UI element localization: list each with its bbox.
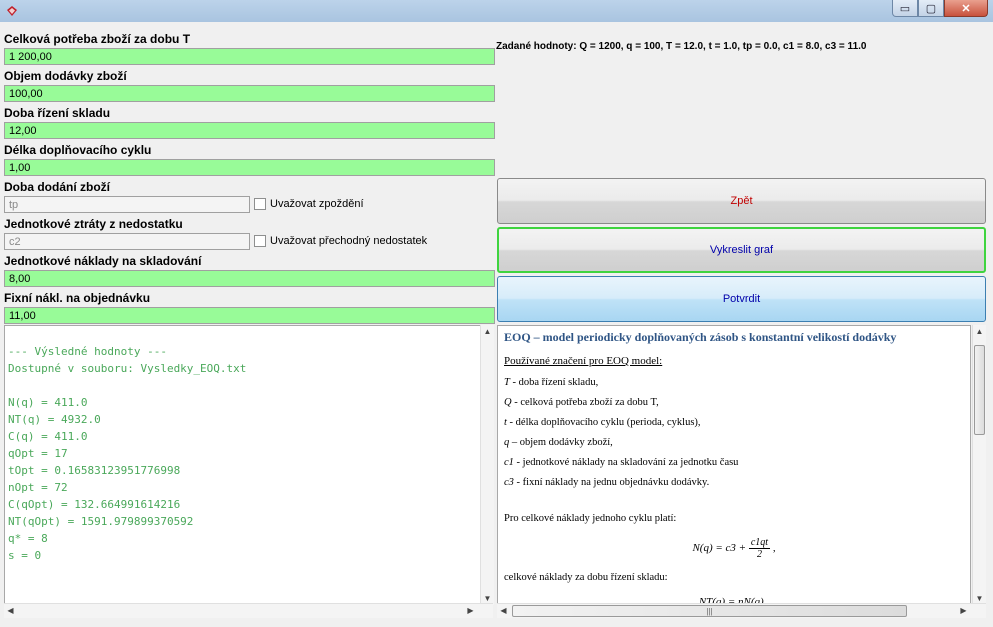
- doc-notation-symbol: c3: [504, 477, 514, 488]
- doc-notation-item: T - doba řízení skladu,: [504, 373, 964, 393]
- delivery-volume-label: Objem dodávky zboží: [4, 69, 127, 83]
- results-scroll-down-icon[interactable]: ▼: [481, 594, 494, 603]
- formula-cycle-denominator: 2: [756, 549, 762, 560]
- management-time-label: Doba řízení skladu: [4, 106, 111, 120]
- window-controls: ▭ ▢ ✕: [892, 0, 988, 17]
- doc-notation-item: c3 - fixní náklady na jednu objednávku d…: [504, 473, 964, 493]
- doc-notation-text: - jednotkové náklady na skladování za je…: [513, 457, 739, 468]
- results-line: C(q) = 411.0: [8, 430, 88, 443]
- doc-subtitle: Používané značení pro EOQ model:: [504, 355, 663, 367]
- total-demand-input[interactable]: 1 200,00: [4, 48, 495, 65]
- results-line: --- Výsledné hodnoty ---: [8, 345, 167, 358]
- doc-vertical-thumb[interactable]: [974, 345, 985, 435]
- results-horizontal-scrollbar[interactable]: ◀ ▶: [4, 603, 493, 618]
- doc-horizontal-scrollbar[interactable]: ◀ ||| ▶: [497, 603, 986, 618]
- back-button[interactable]: Zpět: [497, 178, 986, 224]
- order-cost-input[interactable]: 11,00: [4, 307, 495, 324]
- doc-title: EOQ – model periodicky doplňovaných záso…: [504, 330, 897, 344]
- doc-vertical-scrollbar[interactable]: ▲ ▼: [972, 325, 986, 605]
- results-scroll-left-icon[interactable]: ◀: [4, 606, 17, 615]
- doc-notation-item: c1 - jednotkové náklady na skladování za…: [504, 453, 964, 473]
- results-line: [8, 377, 484, 394]
- doc-scroll-up-icon[interactable]: ▲: [973, 327, 986, 336]
- shortage-cost-input[interactable]: c2: [4, 233, 250, 250]
- results-output[interactable]: --- Výsledné hodnoty --- Dostupné v soubo…: [4, 325, 484, 605]
- doc-paragraph-cycle: Pro celkové náklady jednoho cyklu platí:: [504, 513, 677, 524]
- doc-notation-text: – objem dodávky zboží,: [509, 437, 613, 448]
- results-lines: --- Výsledné hodnoty --- Dostupné v soubo…: [8, 326, 484, 564]
- management-time-input[interactable]: 12,00: [4, 122, 495, 139]
- formula-cycle-fraction: c1qt 2: [748, 537, 771, 560]
- shortage-cost-label: Jednotkové ztráty z nedostatku: [4, 217, 183, 231]
- doc-notation-item: t - délka doplňovacího cyklu (perioda, c…: [504, 413, 964, 433]
- order-cost-label: Fixní nákl. na objednávku: [4, 291, 151, 305]
- doc-scroll-down-icon[interactable]: ▼: [973, 594, 986, 603]
- results-line: qOpt = 17: [8, 447, 68, 460]
- shortage-checkbox-label: Uvažovat přechodný nedostatek: [270, 235, 428, 247]
- doc-notation-symbol: Q: [504, 397, 512, 408]
- main-content: Celková potřeba zboží za dobu T 1 200,00…: [0, 22, 993, 627]
- close-button[interactable]: ✕: [944, 0, 988, 17]
- results-vertical-scrollbar[interactable]: ▲ ▼: [480, 325, 494, 605]
- doc-paragraph-total: celkové náklady za dobu řízení skladu:: [504, 572, 668, 583]
- results-scroll-up-icon[interactable]: ▲: [481, 327, 494, 336]
- results-line: q* = 8: [8, 532, 48, 545]
- formula-cycle-end: ,: [772, 542, 776, 555]
- results-line: [8, 326, 484, 343]
- formula-cycle-left: N(q) = c3 +: [692, 542, 747, 555]
- results-line: nOpt = 72: [8, 481, 68, 494]
- shortage-checkbox-box[interactable]: [254, 235, 266, 247]
- results-line: C(qOpt) = 132.664991614216: [8, 498, 181, 511]
- shortage-checkbox[interactable]: Uvažovat přechodný nedostatek: [254, 235, 427, 247]
- doc-notation-text: - fixní náklady na jednu objednávku dodá…: [513, 477, 710, 488]
- plot-graph-button[interactable]: Vykreslit graf: [497, 227, 986, 273]
- total-demand-label: Celková potřeba zboží za dobu T: [4, 32, 191, 46]
- doc-notation-item: Q - celková potřeba zboží za dobu T,: [504, 393, 964, 413]
- doc-formula-cycle: N(q) = c3 + c1qt 2 ,: [504, 537, 964, 560]
- results-line: Dostupné v souboru: Vysledky_EOQ.txt: [8, 362, 247, 375]
- delay-checkbox[interactable]: Uvažovat zpoždění: [254, 198, 364, 210]
- results-line: NT(qOpt) = 1591.979899370592: [8, 515, 194, 528]
- minimize-button[interactable]: ▭: [892, 0, 918, 17]
- results-line: N(q) = 411.0: [8, 396, 88, 409]
- confirm-button[interactable]: Potvrdit: [497, 276, 986, 322]
- doc-scroll-right-icon[interactable]: ▶: [957, 606, 970, 615]
- formula-cycle-numerator: c1qt: [748, 537, 771, 549]
- holding-cost-input[interactable]: 8,00: [4, 270, 495, 287]
- results-scroll-right-icon[interactable]: ▶: [464, 606, 477, 615]
- parameters-summary: Zadané hodnoty: Q = 1200, q = 100, T = 1…: [496, 41, 867, 52]
- cycle-length-label: Délka doplňovacího cyklu: [4, 143, 152, 157]
- doc-notation-text: - celková potřeba zboží za dobu T,: [511, 397, 659, 408]
- doc-notation-symbol: c1: [504, 457, 514, 468]
- app-icon: [7, 6, 17, 16]
- doc-notation-item: q – objem dodávky zboží,: [504, 433, 964, 453]
- doc-notation-list: T - doba řízení skladu, Q - celková potře…: [504, 373, 964, 493]
- delay-checkbox-label: Uvažovat zpoždění: [270, 198, 364, 210]
- lead-time-label: Doba dodání zboží: [4, 180, 110, 194]
- doc-horizontal-thumb[interactable]: |||: [512, 605, 907, 617]
- results-line: NT(q) = 4932.0: [8, 413, 101, 426]
- maximize-button[interactable]: ▢: [918, 0, 944, 17]
- results-line: tOpt = 0.16583123951776998: [8, 464, 181, 477]
- delay-checkbox-box[interactable]: [254, 198, 266, 210]
- results-line: s = 0: [8, 549, 42, 562]
- cycle-length-input[interactable]: 1,00: [4, 159, 495, 176]
- delivery-volume-input[interactable]: 100,00: [4, 85, 495, 102]
- doc-scroll-left-icon[interactable]: ◀: [497, 606, 510, 615]
- doc-notation-text: - doba řízení skladu,: [509, 377, 599, 388]
- title-bar: ▭ ▢ ✕: [0, 0, 993, 23]
- holding-cost-label: Jednotkové náklady na skladování: [4, 254, 202, 268]
- lead-time-input[interactable]: tp: [4, 196, 250, 213]
- doc-notation-text: - délka doplňovacího cyklu (perioda, cyk…: [506, 417, 701, 428]
- documentation-pane[interactable]: EOQ – model periodicky doplňovaných záso…: [497, 325, 971, 605]
